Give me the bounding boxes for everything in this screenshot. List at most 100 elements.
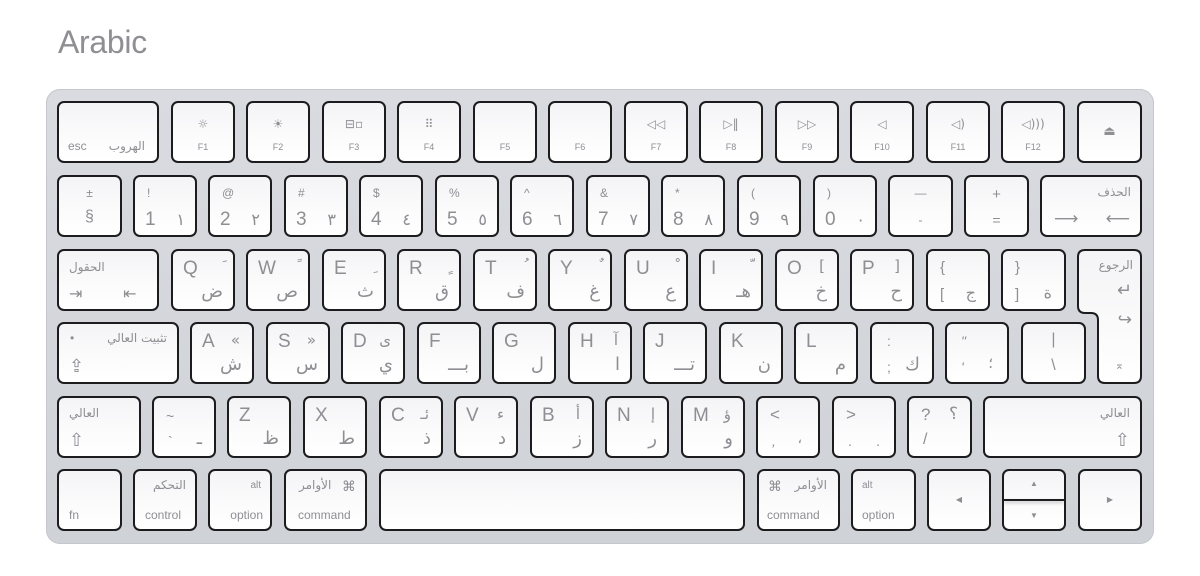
right-arrow-icon: ▶ [1106, 495, 1114, 504]
comma-key[interactable]: <, ، [756, 396, 820, 458]
latin-letter: G [504, 331, 519, 352]
caps-lock-key[interactable]: • تثبيت العالي ⇪ [57, 322, 179, 384]
latin-letter: N [617, 405, 631, 426]
key-c[interactable]: C ئـ ذ [379, 396, 443, 458]
key-h[interactable]: H آا [568, 322, 632, 384]
fkey-label: F7 [650, 142, 662, 152]
key-i[interactable]: Iّهـ [699, 249, 763, 311]
digit-6-key[interactable]: ^ 6 ٦ [510, 175, 574, 237]
key-e[interactable]: Eِث [322, 249, 386, 311]
arabic-digit: ٠ [856, 210, 865, 229]
key-n[interactable]: N إر [605, 396, 669, 458]
arabic-letter: تـــ [674, 354, 695, 375]
semicolon-key[interactable]: :; ك [870, 322, 934, 384]
fn-label: fn [69, 508, 80, 522]
arabic-letter: هـ [736, 281, 751, 302]
f10-key[interactable]: ◁ F10 [850, 101, 914, 163]
fast-forward-icon: ▷▷ [797, 117, 817, 131]
command-icon: ⌘ [768, 478, 782, 494]
key-q[interactable]: Qَض [171, 249, 235, 311]
f6-key[interactable]: F6 [548, 101, 612, 163]
quote-key[interactable]: " ' ؛ [945, 322, 1009, 384]
digit-label: 7 [598, 209, 609, 230]
left-shift-key[interactable]: العالي ⇧ [57, 396, 141, 458]
key-j[interactable]: J تـــ [643, 322, 707, 384]
key-t[interactable]: Tُف [473, 249, 537, 311]
f3-key[interactable]: ⊟▫ F3 [322, 101, 386, 163]
right-command-key[interactable]: ⌘ الأوامر command [757, 469, 840, 531]
arabic-shift-char: « [230, 331, 240, 349]
grave-key[interactable]: ~ ` ـ [152, 396, 216, 458]
digit-4-key[interactable]: $4 ٤ [359, 175, 423, 237]
right-option-key[interactable]: alt option [851, 469, 916, 531]
delete-key[interactable]: الحذف ⟶ ⟵ [1040, 175, 1142, 237]
eject-key[interactable]: ⏏ [1077, 101, 1142, 163]
bracket-left-key[interactable]: {[ج [926, 249, 990, 311]
key-r[interactable]: Rٍق [397, 249, 461, 311]
return-key[interactable]: الرجوع ↵ ↪ ⌅ [1077, 249, 1142, 384]
right-arrow-key[interactable]: ▶ [1078, 469, 1142, 531]
f5-key[interactable]: F5 [473, 101, 537, 163]
equal-key[interactable]: + = [964, 175, 1029, 237]
key-p[interactable]: P] ح [850, 249, 914, 311]
key-z[interactable]: Zظ [227, 396, 291, 458]
digit-3-key[interactable]: #3 ٣ [284, 175, 348, 237]
space-bar[interactable] [379, 469, 745, 531]
right-shift-key[interactable]: العالي ⇧ [983, 396, 1142, 458]
key-k[interactable]: Kن [719, 322, 783, 384]
f4-key[interactable]: ⠿ F4 [397, 101, 461, 163]
digit-0-key[interactable]: ) 0 ٠ [813, 175, 877, 237]
digit-label: 9 [749, 209, 760, 230]
key-v[interactable]: Vءد [454, 396, 518, 458]
key-b[interactable]: B أز [530, 396, 594, 458]
tab-key[interactable]: الحقول ⇥ ⇤ [57, 249, 159, 311]
key-m[interactable]: Mؤو [681, 396, 745, 458]
key-a[interactable]: A « ش [190, 322, 254, 384]
key-g[interactable]: Gل [492, 322, 556, 384]
f1-key[interactable]: ☼ F1 [171, 101, 235, 163]
left-command-key[interactable]: ⌘ الأوامر command [284, 469, 367, 531]
period-key[interactable]: >.. [832, 396, 896, 458]
key-y[interactable]: Yٌغ [548, 249, 612, 311]
f2-key[interactable]: ☀ F2 [246, 101, 310, 163]
up-down-arrow-key[interactable]: ▲ ▼ [1002, 469, 1066, 531]
arabic-letter: ع [665, 281, 676, 302]
f11-key[interactable]: ◁) F11 [926, 101, 990, 163]
shift-symbol: < [770, 405, 780, 424]
digit-5-key[interactable]: % 5 ٥ [435, 175, 499, 237]
digit-1-key[interactable]: ! 1 ١ [133, 175, 197, 237]
bracket-right-key[interactable]: }] ة [1001, 249, 1066, 311]
key-f[interactable]: F بـــ [417, 322, 481, 384]
shift-symbol: { [940, 259, 946, 276]
tab-arabic-label: الحقول [69, 260, 105, 274]
fn-key[interactable]: fn [57, 469, 122, 531]
key-s[interactable]: S » س [266, 322, 330, 384]
digit-9-key[interactable]: (9 ٩ [737, 175, 801, 237]
f7-key[interactable]: ◁◁ F7 [624, 101, 688, 163]
escape-key[interactable]: esc الهروب [57, 101, 159, 163]
backslash-key[interactable]: | \ [1021, 322, 1086, 384]
digit-label: 5 [447, 209, 458, 230]
key-u[interactable]: Uْع [624, 249, 688, 311]
f8-key[interactable]: ▷‖ F8 [699, 101, 763, 163]
left-option-key[interactable]: alt option [208, 469, 272, 531]
option-label: option [230, 508, 263, 522]
key-w[interactable]: Wًص [246, 249, 310, 311]
arabic-letter: ي [378, 354, 393, 375]
minus-key[interactable]: — - [888, 175, 953, 237]
slash-key[interactable]: ? / ؟ [907, 396, 972, 458]
key-o[interactable]: O [خ [775, 249, 839, 311]
digit-2-key[interactable]: @2 ٢ [208, 175, 272, 237]
digit-8-key[interactable]: * 8 ٨ [661, 175, 725, 237]
digit-7-key[interactable]: & 7 ٧ [586, 175, 650, 237]
key-l[interactable]: Lم [794, 322, 858, 384]
f9-key[interactable]: ▷▷ F9 [775, 101, 839, 163]
key-x[interactable]: Xط [303, 396, 367, 458]
arabic-letter: ذ [422, 428, 431, 449]
section-key[interactable]: ± § [57, 175, 122, 237]
left-arrow-key[interactable]: ◀ [927, 469, 991, 531]
control-key[interactable]: التحكم control [133, 469, 197, 531]
volume-up-icon: ◁))) [1021, 117, 1045, 131]
key-d[interactable]: Dىي [341, 322, 405, 384]
f12-key[interactable]: ◁))) F12 [1001, 101, 1065, 163]
